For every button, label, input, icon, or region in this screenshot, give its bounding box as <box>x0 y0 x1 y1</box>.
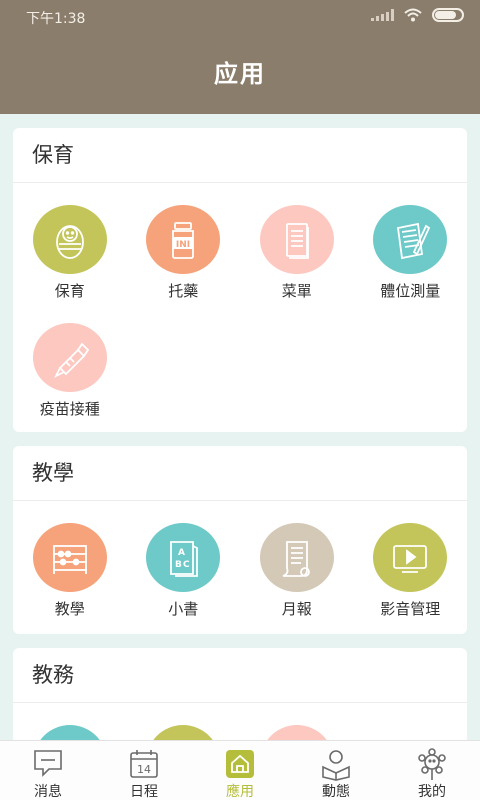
app-label: 影音管理 <box>380 600 441 618</box>
app-label: 教學 <box>54 600 85 618</box>
app-label: 小書 <box>168 600 199 618</box>
app-vaccine[interactable]: 疫苗接種 <box>13 301 127 419</box>
svg-text:B: B <box>175 560 182 570</box>
measure-notepad-icon <box>373 205 448 274</box>
bottom-tab-bar: 消息 14 日程 應用 動態 我的 <box>0 740 480 800</box>
abc-book-icon: ABC <box>146 523 221 592</box>
app-video-management[interactable]: 影音管理 <box>354 501 468 619</box>
app-label: 疫苗接種 <box>39 400 100 418</box>
video-icon <box>373 523 448 592</box>
app-label: 體位測量 <box>380 282 441 300</box>
wifi-icon <box>404 8 422 22</box>
tab-label: 動態 <box>322 784 350 800</box>
menu-book-icon <box>259 205 334 274</box>
status-icons <box>371 8 464 22</box>
abacus-icon <box>32 523 107 592</box>
app-care[interactable]: 保育 <box>13 183 127 301</box>
app-measure[interactable]: 體位測量 <box>354 183 468 301</box>
app-menu[interactable]: 菜單 <box>240 183 354 301</box>
house-app-icon <box>223 747 257 781</box>
page-title: 应用 <box>214 60 266 88</box>
app-header: 应用 <box>0 32 480 114</box>
app-label: 菜單 <box>281 282 312 300</box>
message-icon <box>31 747 65 781</box>
app-medicine[interactable]: INI 托藥 <box>127 183 241 301</box>
app-label: 保育 <box>54 282 85 300</box>
battery-icon <box>432 8 464 22</box>
tab-profile[interactable]: 我的 <box>384 741 480 800</box>
baby-icon <box>32 205 107 274</box>
tab-apps[interactable]: 應用 <box>192 741 288 800</box>
section-title: 教務 <box>13 648 467 703</box>
app-label: 月報 <box>281 600 312 618</box>
tab-schedule[interactable]: 14 日程 <box>96 741 192 800</box>
status-time: 下午1:38 <box>26 11 86 27</box>
app-booklet[interactable]: ABC 小書 <box>127 501 241 619</box>
tab-label: 我的 <box>418 784 446 800</box>
section-title: 教學 <box>13 446 467 501</box>
svg-text:C: C <box>183 560 190 570</box>
calendar-day: 14 <box>137 763 151 776</box>
app-label: 托藥 <box>168 282 199 300</box>
scroll-report-icon <box>259 523 334 592</box>
tab-activity[interactable]: 動態 <box>288 741 384 800</box>
app-monthly-report[interactable]: 月報 <box>240 501 354 619</box>
tab-label: 應用 <box>226 784 254 800</box>
signal-icon <box>371 9 394 21</box>
medicine-bottle-icon: INI <box>146 205 221 274</box>
tab-messages[interactable]: 消息 <box>0 741 96 800</box>
app-teaching[interactable]: 教學 <box>13 501 127 619</box>
flower-face-icon <box>415 747 449 781</box>
section-teaching: 教學 教學 ABC 小書 月報 影音管理 <box>13 446 467 634</box>
section-title: 保育 <box>13 128 467 183</box>
calendar-icon: 14 <box>127 747 161 781</box>
vaccine-icon <box>32 323 107 392</box>
svg-text:A: A <box>178 548 185 558</box>
tab-label: 日程 <box>130 784 158 800</box>
tab-label: 消息 <box>34 784 62 800</box>
svg-text:INI: INI <box>176 240 190 250</box>
section-care: 保育 保育 INI 托藥 菜單 體位測量 疫苗接種 <box>13 128 467 432</box>
status-bar: 下午1:38 <box>0 0 480 32</box>
reading-child-icon <box>319 747 353 781</box>
